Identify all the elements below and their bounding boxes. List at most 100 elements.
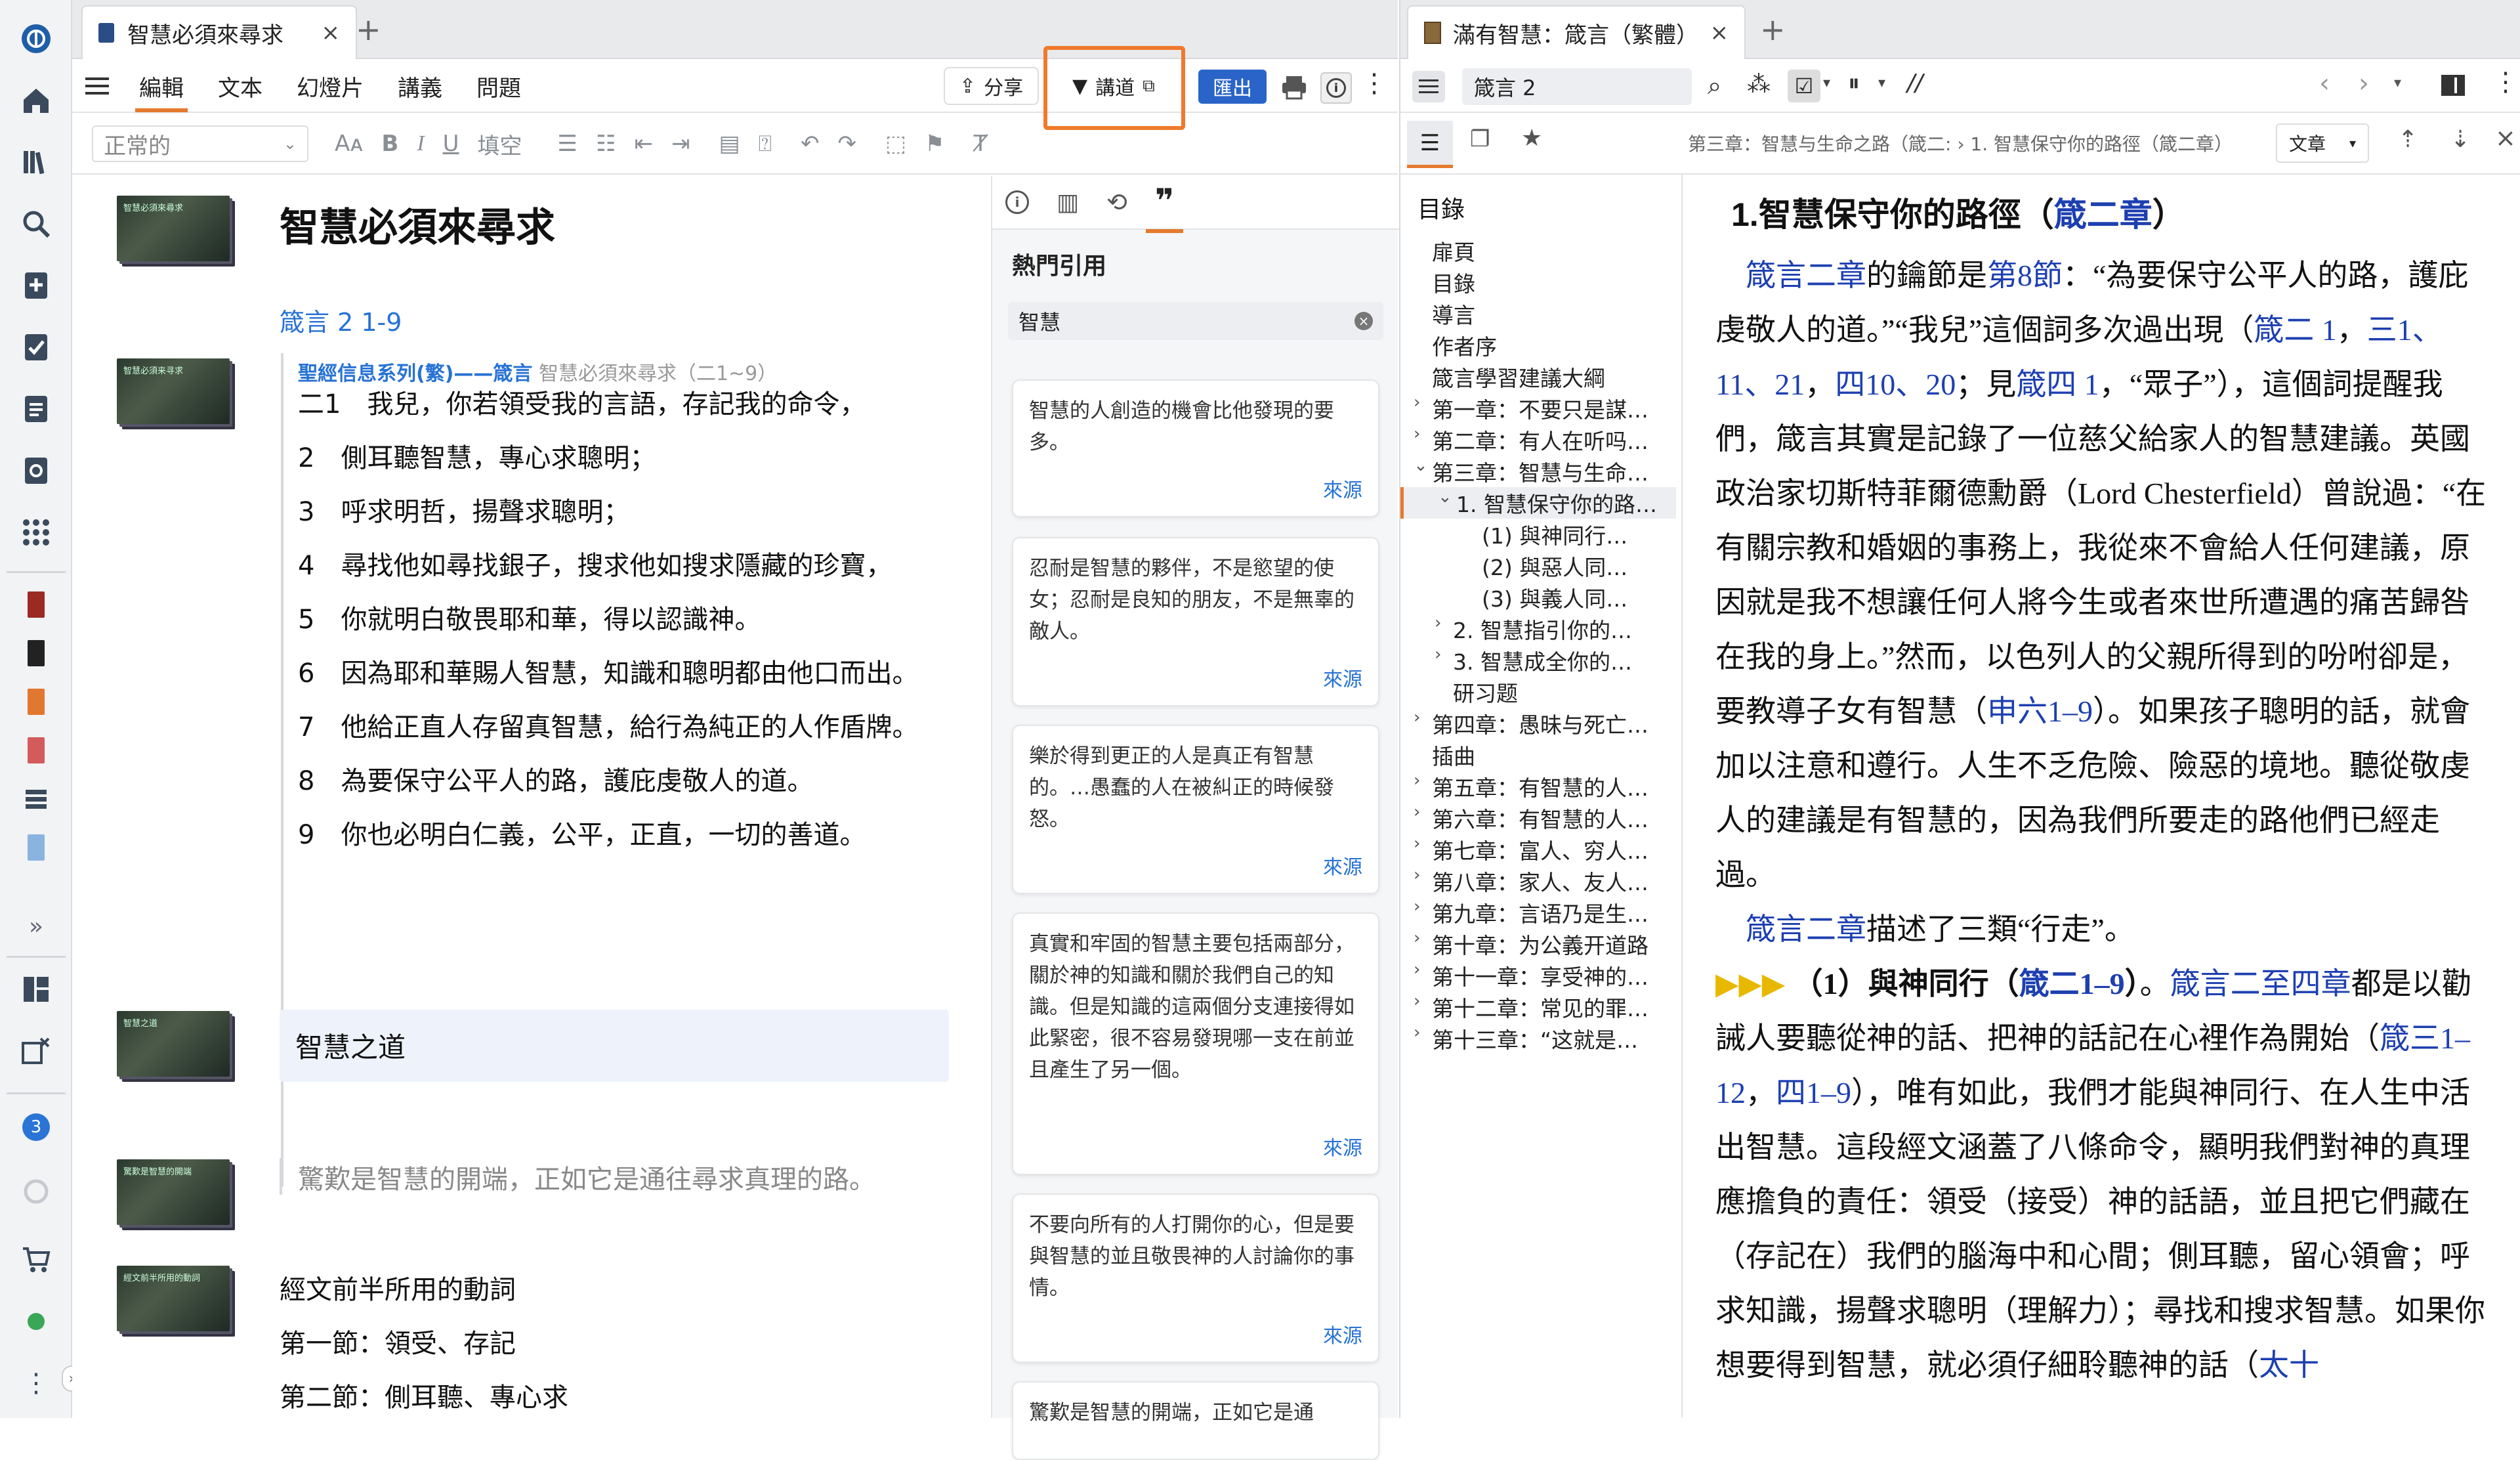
toc-expand-icon[interactable]: › [1435, 613, 1441, 633]
toc-item[interactable]: › 第五章：有智慧的人… [1414, 771, 1676, 802]
print-icon[interactable] [1281, 75, 1307, 102]
bullet-list-icon[interactable]: ☰ [558, 131, 578, 157]
toc-item[interactable]: › 3. 智慧成全你的道… [1435, 645, 1676, 676]
tab-questions[interactable]: 問題 [459, 60, 538, 112]
document-icon[interactable] [20, 393, 52, 425]
forward-icon[interactable]: › [2359, 68, 2369, 98]
next-section-icon[interactable]: ⇣ [2450, 126, 2470, 153]
highlight-check-icon[interactable]: ☑ [1788, 70, 1820, 102]
tab-slides[interactable]: 幻燈片 [280, 60, 381, 112]
toc-item[interactable]: 目錄 [1432, 267, 1676, 298]
toc-item[interactable]: 導言 [1432, 298, 1676, 330]
toc-expand-icon[interactable]: › [1414, 834, 1420, 853]
paragraph-style-select[interactable]: 正常的 ⌄ [92, 125, 308, 162]
new-tab-button[interactable]: + [356, 12, 381, 47]
split-view-icon[interactable] [2440, 72, 2466, 101]
toc-item[interactable]: › 2. 智慧指引你的道… [1435, 613, 1676, 645]
more-vertical-icon[interactable]: ⋮ [20, 1367, 52, 1400]
source-link[interactable]: 來源 [1323, 852, 1362, 884]
history-icon[interactable]: ⟲ [1106, 188, 1127, 217]
add-document-icon[interactable] [20, 269, 52, 302]
toc-item[interactable]: 箴言學習建議大綱 [1432, 361, 1676, 393]
bookmark-icon[interactable]: ⚑ [925, 131, 944, 157]
slide-thumbnail-1[interactable]: 智慧必須來尋求 [117, 196, 230, 261]
close-windows-icon[interactable] [20, 1035, 52, 1067]
quote-search-input[interactable]: 智慧 × [1008, 302, 1383, 340]
toc-item[interactable]: › 第十一章：享受神的… [1414, 960, 1676, 991]
view-mode-select[interactable]: 文章 ▾ [2276, 123, 2369, 163]
heading-reference-link[interactable]: 箴二章 [2054, 196, 2152, 233]
hamburger-menu-icon[interactable] [1412, 71, 1445, 102]
logos-logo-icon[interactable] [20, 22, 52, 55]
tab-sermon-document[interactable]: 智慧必須來尋求 × [81, 5, 357, 59]
font-size-icon[interactable]: Aᴀ [335, 131, 363, 157]
source-link[interactable]: 來源 [1323, 475, 1362, 507]
home-icon[interactable] [20, 84, 52, 117]
outdent-icon[interactable]: ⇤ [635, 131, 654, 157]
search-icon[interactable]: ⌕ [1708, 71, 1721, 100]
tab-edit[interactable]: 編輯 [122, 60, 201, 112]
underline-icon[interactable]: U [443, 131, 459, 157]
toc-item[interactable]: 扉頁 [1432, 235, 1676, 267]
sync-icon[interactable] [20, 1175, 52, 1208]
series-link[interactable]: 聖經信息系列(繁)——箴言 [298, 362, 532, 385]
library-icon[interactable] [20, 146, 52, 179]
toc-item[interactable]: › 第十三章：“这就是我… [1414, 1023, 1676, 1054]
more-options-icon[interactable]: ⋮ [1361, 68, 1387, 98]
chevron-down-icon[interactable]: ▾ [1823, 75, 1830, 91]
clear-format-icon[interactable]: Ⱦ [974, 131, 988, 157]
quote-card[interactable]: 智慧的人創造的機會比他發現的要多。 來源 [1012, 379, 1379, 517]
toc-item[interactable]: 研习题 [1453, 676, 1676, 708]
toc-expand-icon[interactable]: › [1414, 708, 1420, 727]
book-orange-icon[interactable] [20, 685, 52, 718]
close-tab-icon[interactable]: × [322, 20, 341, 46]
reference-input[interactable]: 箴言 2 [1462, 68, 1692, 105]
insert-frame-icon[interactable]: ⬚ [885, 131, 906, 157]
parallel-resources-icon[interactable]: ⏸ [1848, 70, 1860, 97]
stack-icon[interactable] [20, 783, 52, 815]
toc-item[interactable]: › 第十章：为公義开道路 [1414, 928, 1676, 960]
quotes-icon[interactable]: ❞ [1145, 182, 1184, 233]
question-block-icon[interactable]: ⍰ [759, 131, 772, 157]
favorite-star-icon[interactable]: ★ [1521, 125, 1542, 152]
export-button[interactable]: 匯出 [1198, 70, 1267, 104]
toc-expand-icon[interactable]: › [1435, 645, 1441, 664]
slide-thumbnail-5[interactable]: 經文前半所用的動詞 [117, 1266, 230, 1331]
more-options-icon[interactable]: ⋮ [2492, 67, 2519, 97]
clear-search-icon[interactable]: × [1354, 312, 1373, 330]
quote-card[interactable]: 忍耐是智慧的夥伴，不是慾望的使女；忍耐是良知的朋友，不是無辜的敵人。 來源 [1012, 537, 1379, 706]
toc-tab-icon[interactable]: ☰ [1407, 121, 1453, 168]
layout-icon[interactable] [20, 973, 52, 1006]
fill-blank-button[interactable]: 填空 [478, 128, 522, 160]
slide-thumbnail-4[interactable]: 驚歎是智慧的開端 [117, 1159, 230, 1225]
quote-card[interactable]: 驚歎是智慧的開端，正如它是通 [1012, 1381, 1379, 1460]
breadcrumb[interactable]: 第三章：智慧与生命之路（箴二: › 1. 智慧保守你的路徑（箴二章） [1688, 130, 2252, 156]
tab-resource[interactable]: 滿有智慧：箴言（繁體） × [1407, 5, 1746, 59]
toc-expand-icon[interactable]: › [1414, 897, 1420, 916]
source-link[interactable]: 來源 [1323, 1133, 1362, 1165]
user-status-icon[interactable] [20, 1305, 52, 1338]
checklist-icon[interactable] [20, 331, 52, 364]
book-red-icon[interactable] [20, 588, 52, 621]
undo-icon[interactable]: ↶ [801, 131, 820, 157]
toc-item[interactable]: ⌄ 第三章：智慧与生命… [1414, 456, 1676, 487]
quote-card[interactable]: 不要向所有的人打開你的心，但是要與智慧的並且敬畏神的人討論你的事情。 來源 [1012, 1193, 1379, 1363]
interlinear-icon[interactable]: // [1907, 70, 1923, 97]
settings-doc-icon[interactable] [20, 454, 52, 487]
toc-expand-icon[interactable]: › [1414, 928, 1420, 948]
info-icon[interactable]: i [1005, 190, 1029, 214]
toc-expand-icon[interactable]: ⌄ [1414, 456, 1428, 475]
block-icon[interactable]: ▤ [719, 131, 740, 157]
toc-item[interactable]: 作者序 [1432, 330, 1676, 361]
hamburger-menu-icon[interactable] [72, 77, 122, 95]
visual-filter-icon[interactable]: ⁂ [1747, 71, 1771, 98]
toc-item[interactable]: › 第七章：富人、穷人… [1414, 834, 1676, 865]
book-blue-icon[interactable] [20, 831, 52, 864]
italic-icon[interactable]: I [417, 131, 424, 156]
bold-icon[interactable]: B [381, 131, 398, 157]
share-button[interactable]: ⇪ 分享 [944, 67, 1040, 105]
toc-expand-icon[interactable]: › [1414, 960, 1420, 979]
toc-item[interactable]: › 第十二章：常见的罪… [1414, 991, 1676, 1023]
scripture-reference[interactable]: 箴言 2 1-9 [280, 302, 402, 338]
cart-icon[interactable] [20, 1243, 52, 1276]
